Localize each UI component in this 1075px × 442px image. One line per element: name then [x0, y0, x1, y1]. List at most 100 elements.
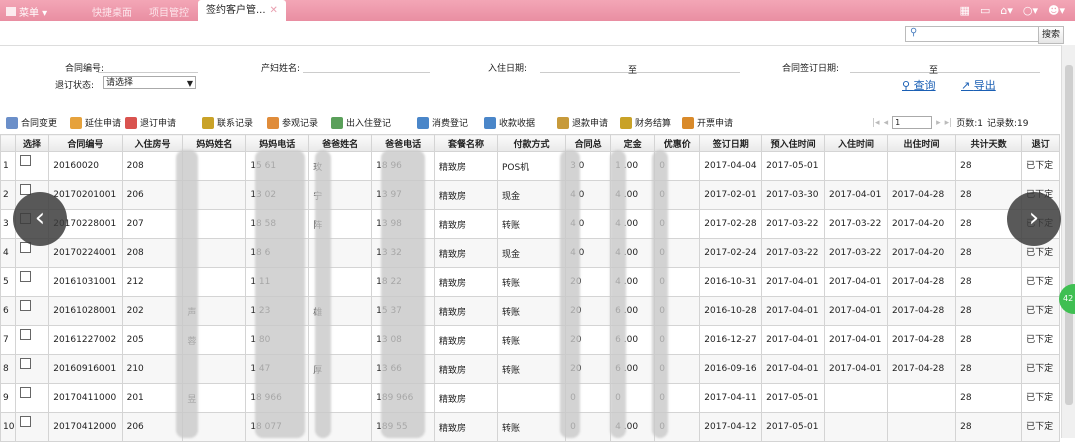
row-select-checkbox[interactable] [14, 296, 50, 326]
column-header[interactable]: 爸爸姓名 [308, 134, 373, 152]
toolbar-button[interactable]: 联系记录 [202, 116, 253, 129]
column-header[interactable] [0, 134, 16, 152]
search-button[interactable]: 搜索 [1038, 26, 1064, 44]
table-cell: 2017-04-01 [761, 354, 826, 384]
row-select-checkbox[interactable] [14, 383, 50, 413]
table-row[interactable]: 102017041200020618 077189 55精致房转账 04 .00… [0, 412, 1060, 442]
table-cell: 2017-04-01 [824, 296, 888, 326]
main-menu-button[interactable]: 菜单 ▾ [6, 4, 47, 19]
table-cell [824, 383, 888, 413]
column-header[interactable]: 签订日期 [699, 134, 763, 152]
checkbox[interactable] [19, 300, 31, 311]
table-cell: 7 [0, 325, 16, 355]
table-cell: 精致房 [434, 209, 498, 239]
column-header[interactable]: 共计天数 [955, 134, 1023, 152]
row-select-checkbox[interactable] [14, 151, 50, 181]
bulb-icon[interactable]: ○▾ [1023, 4, 1038, 17]
column-header[interactable]: 出住时间 [886, 134, 957, 152]
checkbox[interactable] [19, 155, 31, 166]
toolbar-item-icon [417, 116, 429, 129]
column-header[interactable]: 预入住时间 [761, 134, 826, 152]
toolbar-button[interactable]: 参观记录 [267, 116, 318, 129]
checkbox[interactable] [19, 358, 31, 369]
tab-signed-customers[interactable]: 签约客户管... ✕ [198, 0, 286, 21]
first-page-icon[interactable]: |◂ [872, 118, 880, 128]
table-cell: 转账 [496, 267, 567, 297]
table-row[interactable]: 5201610310012121 1118 22精致房转账 204 .00020… [0, 267, 1060, 297]
table-cell: 2017-04-01 [761, 267, 826, 297]
toolbar-button[interactable]: 退订申请 [125, 116, 176, 129]
contract-no-field[interactable] [98, 72, 198, 73]
row-select-checkbox[interactable] [14, 412, 50, 442]
table-row[interactable]: 12016002020815 61玫18 96精致房POS机3 01 .0002… [0, 151, 1060, 181]
close-icon[interactable]: ✕ [270, 5, 278, 16]
sign-date-range[interactable] [850, 72, 1040, 73]
table-cell: 2017-03-30 [761, 180, 826, 210]
vertical-scrollbar[interactable] [1061, 45, 1075, 438]
search-input[interactable]: ⚲ [905, 26, 1039, 42]
user-icon[interactable]: ☻▾ [1048, 4, 1065, 17]
checkbox[interactable] [19, 271, 31, 282]
monitor-icon[interactable]: ▭ [980, 4, 990, 17]
table-row[interactable]: 42017022400120818 613 32精致房现金4 04 .00020… [0, 238, 1060, 268]
table-cell: 20170412000 [48, 412, 123, 442]
toolbar-button[interactable]: 消费登记 [417, 116, 468, 129]
column-header[interactable]: 入住房号 [121, 134, 184, 152]
column-header[interactable]: 定金 [610, 134, 656, 152]
checkin-date-range[interactable] [540, 72, 740, 73]
column-header[interactable]: 套餐名称 [434, 134, 498, 152]
tab-project-control[interactable]: 项目管控 [149, 4, 189, 19]
search-icon: ⚲ [910, 27, 918, 38]
checkin-to-label: 至 [628, 66, 638, 76]
tab-quick-desktop[interactable]: 快捷桌面 [92, 4, 132, 19]
table-cell: 28 [955, 325, 1023, 355]
status-select[interactable]: 请选择 ▼ [103, 76, 196, 89]
column-header[interactable]: 合同编号 [48, 134, 123, 152]
prev-page-icon[interactable]: ◂ [884, 118, 889, 128]
table-cell: 转账 [496, 412, 567, 442]
toolbar-button[interactable]: 收款收据 [484, 116, 535, 129]
table-row[interactable]: 720161227002205蓉1 8013 08精致房转账 206 .0002… [0, 325, 1060, 355]
row-select-checkbox[interactable] [14, 325, 50, 355]
table-cell: 精致房 [434, 354, 498, 384]
column-header[interactable]: 付款方式 [496, 134, 567, 152]
toolbar-button[interactable]: 出入住登记 [331, 116, 391, 129]
grid-icon[interactable]: ▦ [960, 4, 970, 17]
page-input[interactable]: 1 [892, 116, 933, 129]
checkbox[interactable] [19, 416, 31, 427]
toolbar-button[interactable]: 退款申请 [557, 116, 608, 129]
column-header[interactable]: 优惠价 [654, 134, 701, 152]
query-label: 查询 [913, 79, 936, 92]
scrollbar-thumb[interactable] [1065, 65, 1073, 405]
export-link[interactable]: ↗ 导出 [961, 77, 996, 93]
row-select-checkbox[interactable] [14, 267, 50, 297]
checkbox[interactable] [19, 329, 31, 340]
toolbar-button[interactable]: 财务结算 [620, 116, 671, 129]
toolbar-button[interactable]: 合同变更 [6, 116, 57, 129]
column-header[interactable]: 合同总 [565, 134, 612, 152]
next-arrow-button[interactable]: › [1007, 192, 1061, 246]
column-header[interactable]: 退订 [1021, 134, 1060, 152]
checkbox[interactable] [19, 387, 31, 398]
column-header[interactable]: 入住时间 [824, 134, 888, 152]
table-row[interactable]: 8201609160012101 47厚13 66精致房转账 206 .0002… [0, 354, 1060, 384]
table-row[interactable]: 22017020100120613 02宁13 97精致房现金4 04 .000… [0, 180, 1060, 210]
table-row[interactable]: 32017022800120718 58阵13 98精致房转账4 04 .000… [0, 209, 1060, 239]
home-icon[interactable]: ⌂▾ [1000, 4, 1013, 17]
prev-arrow-button[interactable]: ‹ [13, 192, 67, 246]
toolbar-button[interactable]: 开票申请 [682, 116, 733, 129]
table-cell: 精致房 [434, 180, 498, 210]
table-row[interactable]: 920170411000201昱18 966189 966精致房 0002017… [0, 383, 1060, 413]
last-page-icon[interactable]: ▸| [945, 118, 953, 128]
mother-name-field[interactable] [303, 72, 430, 73]
toolbar-button[interactable]: 延住申请 [70, 116, 121, 129]
row-select-checkbox[interactable] [14, 354, 50, 384]
column-header[interactable]: 爸爸电话 [371, 134, 436, 152]
query-link[interactable]: ⚲ 查询 [902, 77, 936, 93]
column-header[interactable]: 妈妈姓名 [182, 134, 247, 152]
next-page-icon[interactable]: ▸ [936, 118, 941, 128]
column-header[interactable]: 妈妈电话 [245, 134, 310, 152]
table-row[interactable]: 620161028001202声1 23雄15 37精致房转账 206 .000… [0, 296, 1060, 326]
toolbar-button-label: 参观记录 [282, 119, 319, 129]
column-header[interactable]: 选择 [14, 134, 50, 152]
